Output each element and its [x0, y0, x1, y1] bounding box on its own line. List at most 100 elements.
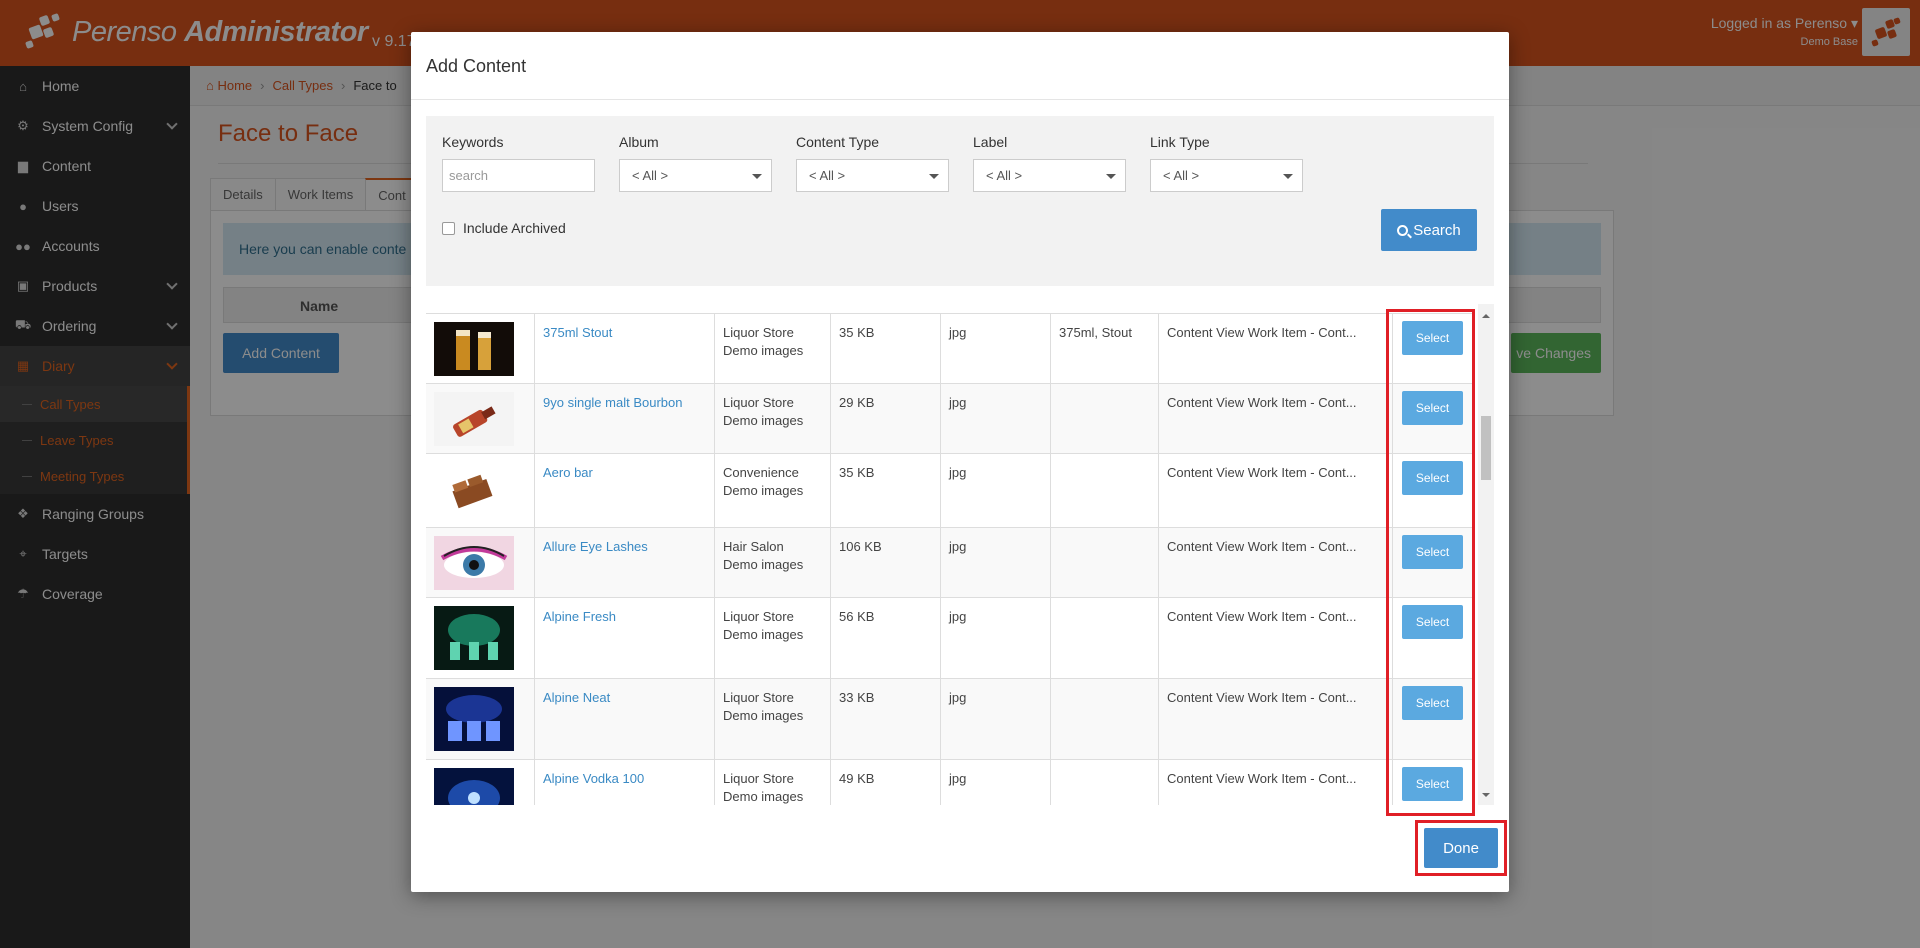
keywords-label: Keywords [442, 134, 504, 150]
album-label: Album [619, 134, 659, 150]
link-type: Content View Work Item - Cont... [1158, 454, 1392, 527]
album-select[interactable]: < All > [619, 159, 772, 192]
content-label [1050, 384, 1158, 453]
album-line2: Demo images [723, 483, 804, 498]
content-name-link[interactable]: Alpine Vodka 100 [543, 771, 644, 786]
scrollbar-thumb[interactable] [1481, 416, 1491, 480]
link-type: Content View Work Item - Cont... [1158, 679, 1392, 759]
content-name-link[interactable]: 9yo single malt Bourbon [543, 395, 682, 410]
table-row: 9yo single malt Bourbon Liquor Store Demo… [426, 384, 1474, 454]
table-header [426, 304, 1474, 314]
select-button[interactable]: Select [1402, 321, 1463, 355]
search-icon [1397, 224, 1409, 236]
select-button[interactable]: Select [1402, 391, 1463, 425]
file-size: 33 KB [830, 679, 940, 759]
file-size: 29 KB [830, 384, 940, 453]
album-line2: Demo images [723, 413, 804, 428]
table-scrollbar[interactable] [1478, 304, 1494, 805]
search-button[interactable]: Search [1381, 209, 1477, 251]
content-type-group: Content Type < All > [796, 134, 949, 192]
label-select[interactable]: < All > [973, 159, 1126, 192]
album-line2: Demo images [723, 708, 804, 723]
include-archived-checkbox[interactable] [442, 221, 455, 235]
alpine-fresh-thumbnail [434, 606, 514, 670]
scroll-down-arrow-icon[interactable] [1482, 793, 1490, 801]
content-label [1050, 679, 1158, 759]
link-type: Content View Work Item - Cont... [1158, 760, 1392, 805]
content-name-link[interactable]: Alpine Fresh [543, 609, 616, 624]
link-type-label: Link Type [1150, 134, 1210, 150]
album-group: Album < All > [619, 134, 772, 192]
stout-thumbnail [434, 322, 514, 376]
link-type: Content View Work Item - Cont... [1158, 384, 1392, 453]
select-button[interactable]: Select [1402, 461, 1463, 495]
album-line1: Liquor Store [723, 771, 794, 786]
label-group: Label < All > [973, 134, 1126, 192]
content-name-link[interactable]: Aero bar [543, 465, 593, 480]
file-size: 106 KB [830, 528, 940, 597]
link-type-group: Link Type < All > [1150, 134, 1303, 192]
link-type: Content View Work Item - Cont... [1158, 314, 1392, 383]
file-type: jpg [940, 760, 1050, 805]
content-type-select[interactable]: < All > [796, 159, 949, 192]
file-type: jpg [940, 528, 1050, 597]
label-label: Label [973, 134, 1008, 150]
add-content-modal: Add Content Keywords search Album < All … [411, 32, 1509, 892]
file-type: jpg [940, 454, 1050, 527]
album-line1: Hair Salon [723, 539, 784, 554]
file-size: 35 KB [830, 314, 940, 383]
album-line2: Demo images [723, 627, 804, 642]
table-row: Alpine Neat Liquor Store Demo images 33 K… [426, 679, 1474, 760]
file-type: jpg [940, 384, 1050, 453]
content-type-label: Content Type [796, 134, 880, 150]
file-type: jpg [940, 314, 1050, 383]
bourbon-thumbnail [434, 392, 514, 446]
keywords-group: Keywords search [442, 134, 595, 192]
link-type-select[interactable]: < All > [1150, 159, 1303, 192]
include-archived[interactable]: Include Archived [442, 220, 566, 236]
link-type: Content View Work Item - Cont... [1158, 528, 1392, 597]
content-label [1050, 528, 1158, 597]
content-table: 375ml Stout Liquor Store Demo images 35 K… [426, 304, 1494, 805]
content-label [1050, 454, 1158, 527]
select-button[interactable]: Select [1402, 767, 1463, 801]
select-button[interactable]: Select [1402, 686, 1463, 720]
keywords-input[interactable]: search [442, 159, 595, 192]
content-label [1050, 760, 1158, 805]
content-name-link[interactable]: Alpine Neat [543, 690, 610, 705]
content-label [1050, 598, 1158, 678]
table-row: Alpine Fresh Liquor Store Demo images 56 … [426, 598, 1474, 679]
alpine-vodka-thumbnail [434, 768, 514, 805]
album-line2: Demo images [723, 557, 804, 572]
alpine-neat-thumbnail [434, 687, 514, 751]
album-line1: Liquor Store [723, 325, 794, 340]
album-line1: Liquor Store [723, 609, 794, 624]
file-size: 49 KB [830, 760, 940, 805]
select-button[interactable]: Select [1402, 605, 1463, 639]
table-row: Aero bar Convenience Demo images 35 KB jp… [426, 454, 1474, 528]
album-line1: Liquor Store [723, 395, 794, 410]
search-button-label: Search [1413, 221, 1461, 239]
scroll-up-arrow-icon[interactable] [1482, 310, 1490, 318]
link-type: Content View Work Item - Cont... [1158, 598, 1392, 678]
aero-bar-thumbnail [434, 464, 514, 518]
album-line1: Liquor Store [723, 690, 794, 705]
done-button[interactable]: Done [1424, 828, 1498, 868]
eye-lashes-thumbnail [434, 536, 514, 590]
table-row: Allure Eye Lashes Hair Salon Demo images … [426, 528, 1474, 598]
content-name-link[interactable]: Allure Eye Lashes [543, 539, 648, 554]
album-line1: Convenience [723, 465, 799, 480]
album-line2: Demo images [723, 789, 804, 804]
content-label: 375ml, Stout [1050, 314, 1158, 383]
file-size: 56 KB [830, 598, 940, 678]
modal-title: Add Content [411, 32, 1509, 100]
album-line2: Demo images [723, 343, 804, 358]
file-type: jpg [940, 679, 1050, 759]
table-row: 375ml Stout Liquor Store Demo images 35 K… [426, 314, 1474, 384]
filter-panel: Keywords search Album < All > Content Ty… [426, 116, 1494, 286]
content-name-link[interactable]: 375ml Stout [543, 325, 612, 340]
table-row: Alpine Vodka 100 Liquor Store Demo images… [426, 760, 1474, 805]
include-archived-label: Include Archived [463, 220, 566, 236]
file-type: jpg [940, 598, 1050, 678]
select-button[interactable]: Select [1402, 535, 1463, 569]
